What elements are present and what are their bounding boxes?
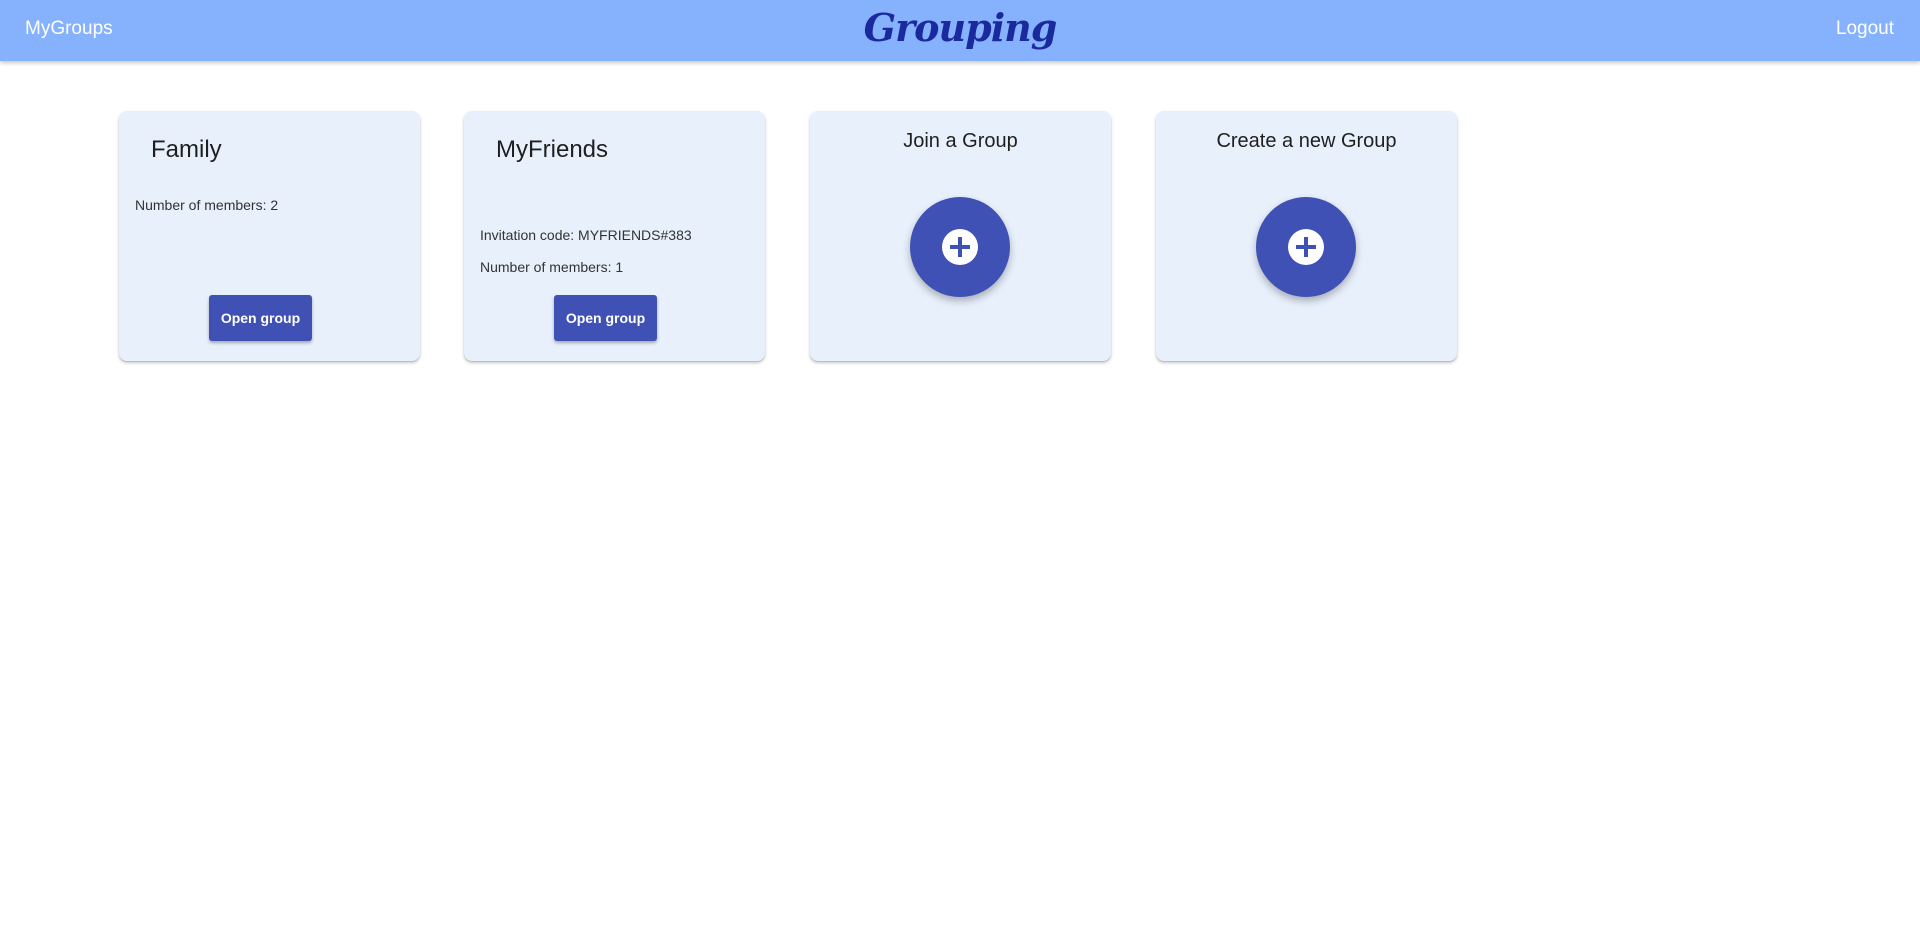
create-group-card: Create a new Group [1156, 111, 1457, 361]
logout-link[interactable]: Logout [1836, 18, 1894, 40]
brand-logo: Grouping [863, 5, 1058, 50]
top-app-bar: MyGroups Grouping Logout [0, 0, 1920, 61]
join-group-button[interactable] [910, 197, 1010, 297]
create-group-button[interactable] [1256, 197, 1356, 297]
open-group-button[interactable]: Open group [554, 295, 657, 341]
group-card-family: Family Number of members: 2 Open group [119, 111, 420, 361]
member-count: Number of members: 1 [480, 259, 624, 275]
invitation-code: Invitation code: MYFRIENDS#383 [480, 227, 692, 243]
create-group-title: Create a new Group [1216, 130, 1397, 152]
add-circle-icon [1288, 229, 1324, 265]
join-group-card: Join a Group [810, 111, 1111, 361]
add-circle-icon [942, 229, 978, 265]
member-count: Number of members: 2 [135, 197, 279, 213]
nav-mygroups-link[interactable]: MyGroups [25, 18, 113, 40]
group-card-myfriends: MyFriends Invitation code: MYFRIENDS#383… [464, 111, 765, 361]
group-title: MyFriends [496, 136, 609, 163]
join-group-title: Join a Group [903, 130, 1018, 152]
open-group-button[interactable]: Open group [209, 295, 312, 341]
group-title: Family [151, 136, 222, 163]
